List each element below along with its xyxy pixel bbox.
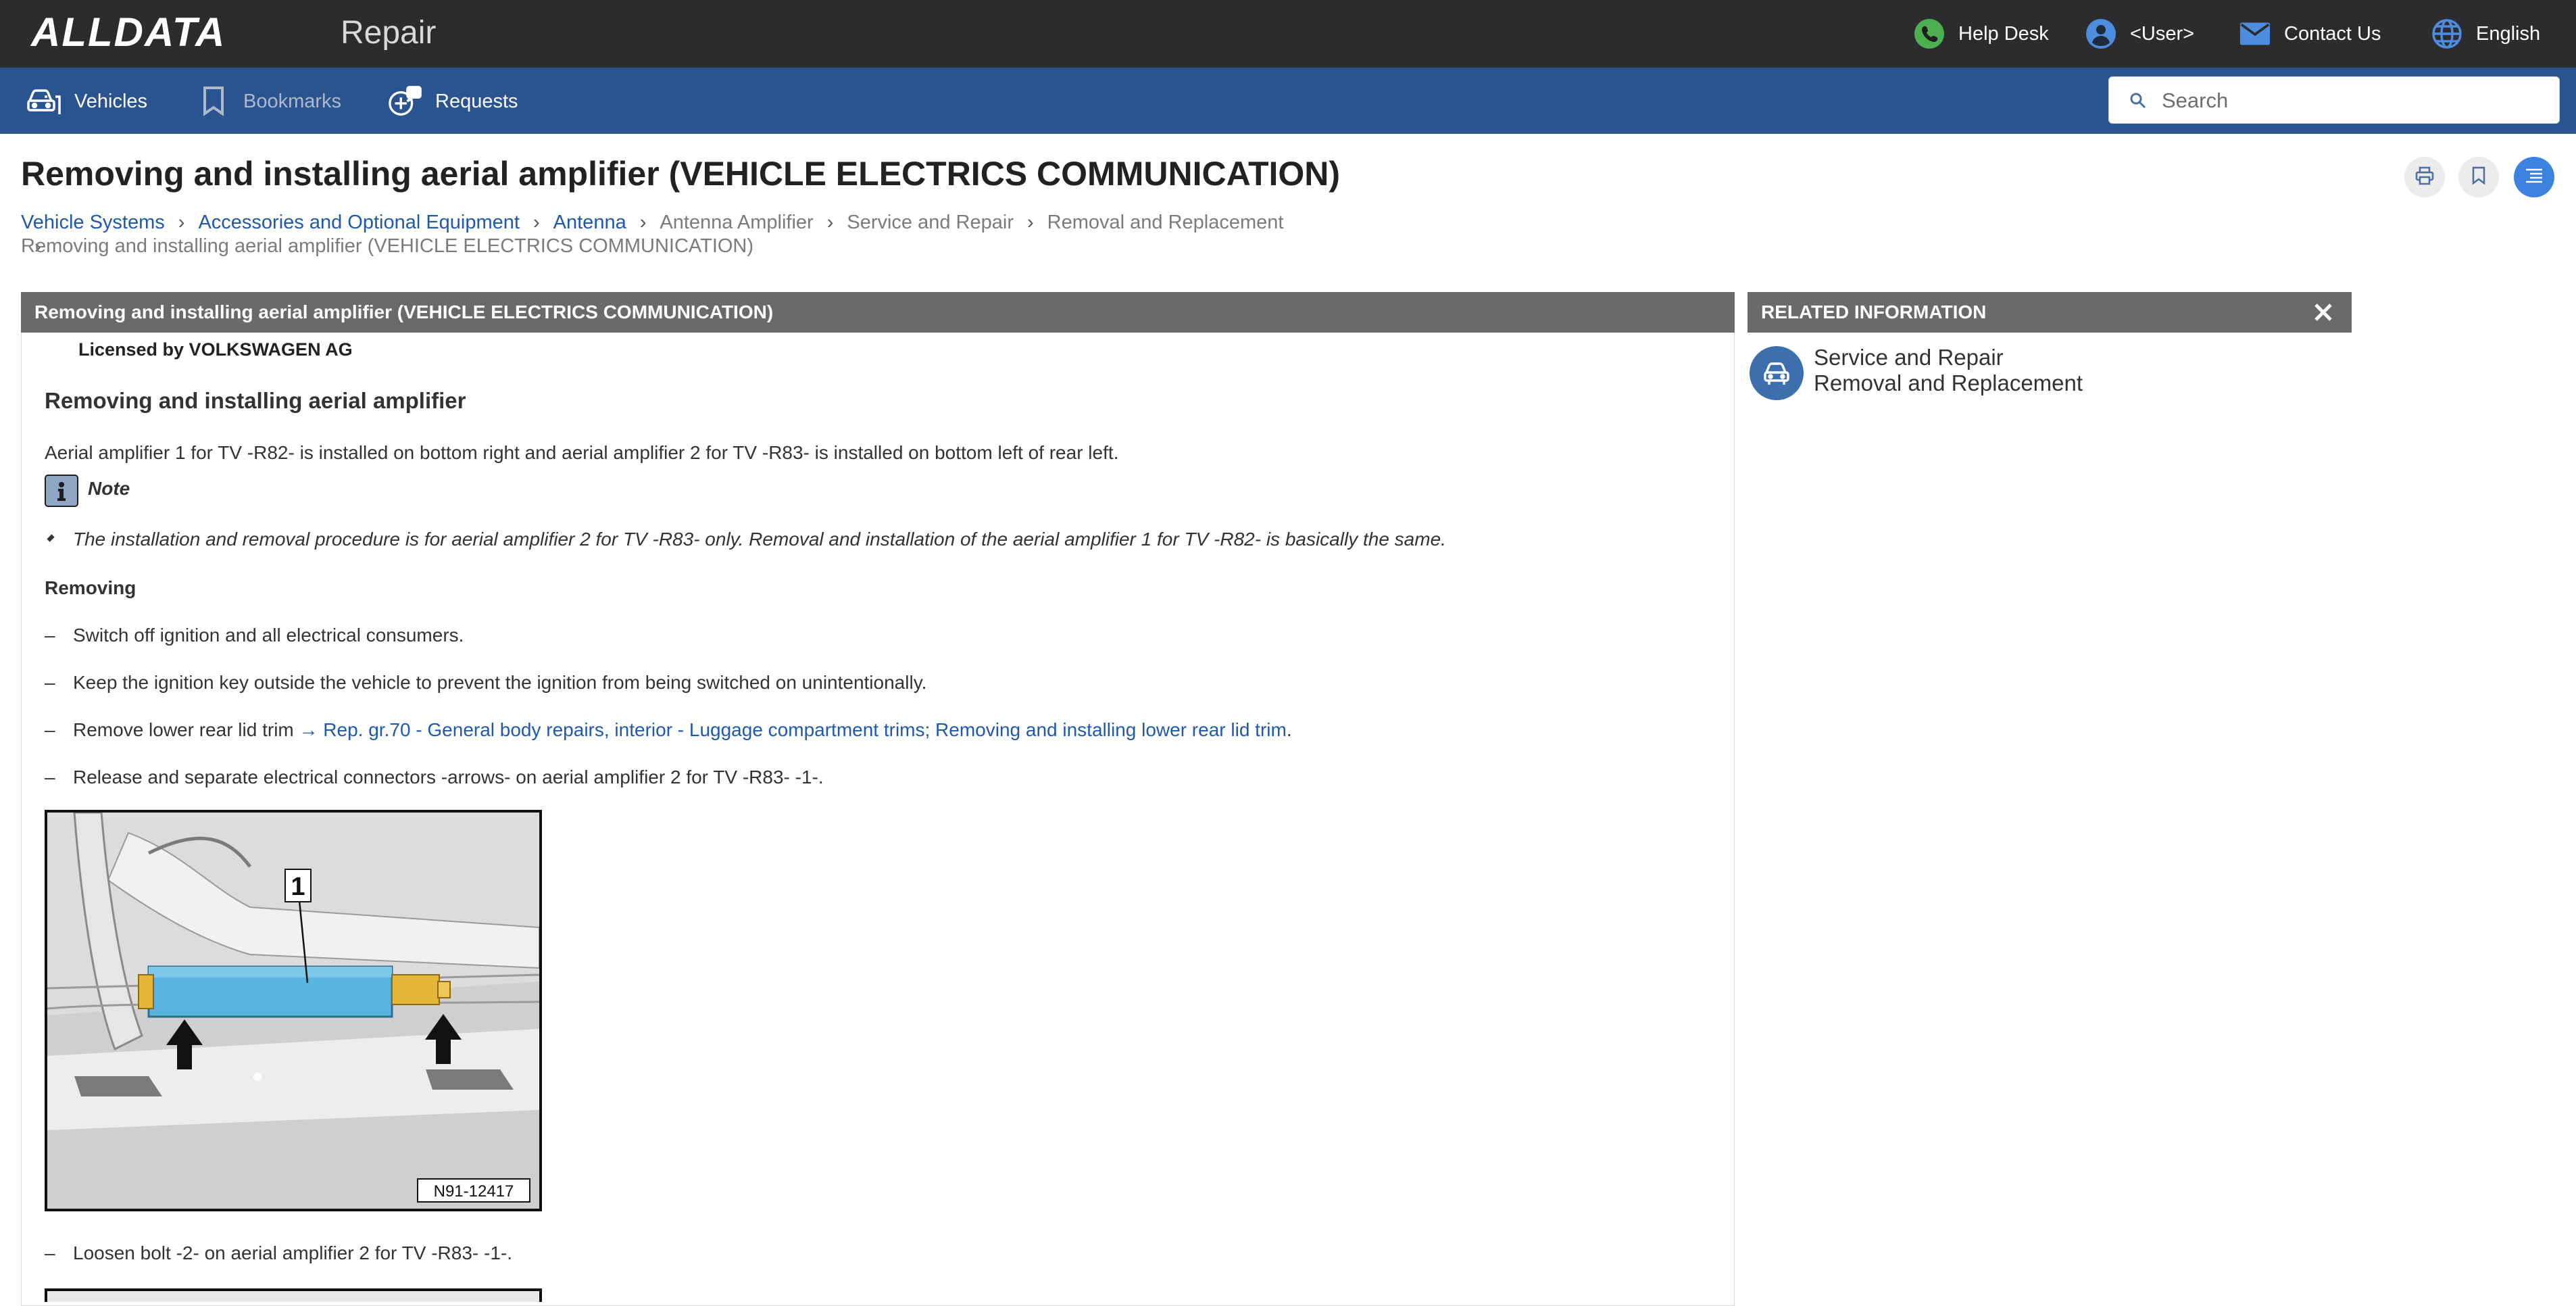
- mail-icon: [2239, 18, 2271, 49]
- page-title: Removing and installing aerial amplifier…: [21, 155, 1341, 193]
- chevron-right-icon: ›: [178, 212, 185, 233]
- step-dash: –: [45, 625, 55, 646]
- globe-icon: [2431, 18, 2462, 49]
- help-desk-link[interactable]: Help Desk: [1914, 16, 2049, 51]
- user-label: <User>: [2130, 22, 2195, 45]
- related-line-1: Service and Repair: [1814, 345, 2004, 370]
- top-header: ALLDATA Repair Help Desk <User> Contact …: [0, 0, 2576, 68]
- related-info-header: RELATED INFORMATION: [1748, 292, 2352, 333]
- step-text: Keep the ignition key outside the vehicl…: [73, 672, 927, 693]
- step-text: Loosen bolt -2- on aerial amplifier 2 fo…: [73, 1242, 512, 1263]
- step-item: – Keep the ignition key outside the vehic…: [45, 671, 926, 695]
- amplifier-figure[interactable]: 1 N91-12417: [45, 810, 542, 1211]
- bookmark-add-button[interactable]: [2458, 157, 2499, 197]
- toc-button[interactable]: [2514, 157, 2554, 197]
- step-item: – Release and separate electrical connect…: [45, 765, 824, 790]
- breadcrumb-service-repair[interactable]: Service and Repair: [847, 212, 1014, 233]
- intro-paragraph: Aerial amplifier 1 for TV -R82- is insta…: [45, 442, 1119, 463]
- language-label: English: [2476, 22, 2541, 45]
- info-note-icon: [45, 475, 78, 507]
- nav-vehicles-label: Vehicles: [74, 90, 148, 112]
- document-header: Removing and installing aerial amplifier…: [21, 292, 1735, 333]
- toc-icon: [2524, 167, 2544, 188]
- note-label: Note: [88, 478, 130, 499]
- nav-vehicles[interactable]: Vehicles: [27, 84, 147, 118]
- step-item: – Switch off ignition and all electrical …: [45, 623, 464, 648]
- step-dash: –: [45, 719, 55, 740]
- step-item: – Loosen bolt -2- on aerial amplifier 2 f…: [45, 1241, 512, 1265]
- print-button[interactable]: [2404, 157, 2445, 197]
- chevron-right-icon: ›: [639, 212, 647, 233]
- step-dash: –: [45, 1242, 55, 1263]
- breadcrumb-removal-replacement[interactable]: Removal and Replacement: [1047, 212, 1284, 233]
- contact-us-link[interactable]: Contact Us: [2239, 16, 2381, 51]
- phone-icon: [1914, 18, 1945, 49]
- breadcrumb-vehicle-systems[interactable]: Vehicle Systems: [21, 212, 165, 233]
- step-text: Switch off ignition and all electrical c…: [73, 625, 464, 646]
- note-text: The installation and removal procedure i…: [73, 529, 1446, 550]
- service-repair-icon[interactable]: [1750, 346, 1804, 400]
- help-desk-label: Help Desk: [1958, 22, 2049, 45]
- user-icon: [2085, 18, 2116, 49]
- chevron-right-icon: ›: [532, 212, 540, 233]
- section-title: Removing and installing aerial amplifier: [45, 388, 466, 413]
- breadcrumb-current: Removing and installing aerial amplifier…: [21, 235, 754, 257]
- related-line-2: Removal and Replacement: [1814, 370, 2083, 395]
- print-icon: [2414, 166, 2435, 189]
- breadcrumb-antenna-amplifier[interactable]: Antenna Amplifier: [660, 212, 813, 233]
- search-box[interactable]: [2108, 76, 2560, 124]
- language-selector[interactable]: English: [2431, 16, 2540, 51]
- search-icon: [2129, 92, 2147, 113]
- bookmark-icon: [196, 84, 231, 118]
- removing-heading: Removing: [45, 577, 137, 598]
- alldata-logo[interactable]: ALLDATA: [31, 11, 226, 54]
- nav-requests[interactable]: Requests: [388, 84, 518, 118]
- lower-rear-lid-trim-link[interactable]: → Rep. gr.70 - General body repairs, int…: [299, 719, 1287, 740]
- nav-bookmarks-label: Bookmarks: [243, 90, 342, 112]
- requests-icon: [388, 84, 423, 118]
- user-menu[interactable]: <User>: [2085, 16, 2194, 51]
- search-input[interactable]: [2160, 84, 2542, 118]
- related-link-service-repair[interactable]: Service and Repair Removal and Replaceme…: [1814, 345, 2083, 396]
- step-dash: –: [45, 672, 55, 693]
- bookmark-add-icon: [2471, 166, 2487, 189]
- chevron-right-icon: ›: [1027, 212, 1034, 233]
- nav-requests-label: Requests: [435, 90, 518, 112]
- figure-callout-1: 1: [291, 873, 305, 901]
- car-icon: [27, 84, 62, 118]
- second-figure[interactable]: [45, 1288, 542, 1302]
- step-text: Release and separate electrical connecto…: [73, 767, 824, 788]
- step-text-end: .: [1286, 719, 1292, 740]
- step-dash: –: [45, 767, 55, 788]
- figure-id: N91-12417: [434, 1182, 514, 1201]
- license-text: Licensed by VOLKSWAGEN AG: [78, 339, 353, 360]
- step-text: Remove lower rear lid trim: [73, 719, 299, 740]
- close-icon[interactable]: [2312, 301, 2334, 323]
- breadcrumb-accessories[interactable]: Accessories and Optional Equipment: [198, 212, 520, 233]
- step-item: – Remove lower rear lid trim → Rep. gr.70…: [45, 718, 1292, 742]
- contact-us-label: Contact Us: [2284, 22, 2381, 45]
- breadcrumb-antenna[interactable]: Antenna: [553, 212, 626, 233]
- amplifier-illustration: 1 N91-12417: [47, 813, 539, 1209]
- nav-bookmarks[interactable]: Bookmarks: [196, 84, 341, 118]
- app-name: Repair: [341, 15, 437, 51]
- chevron-right-icon: ›: [826, 212, 834, 233]
